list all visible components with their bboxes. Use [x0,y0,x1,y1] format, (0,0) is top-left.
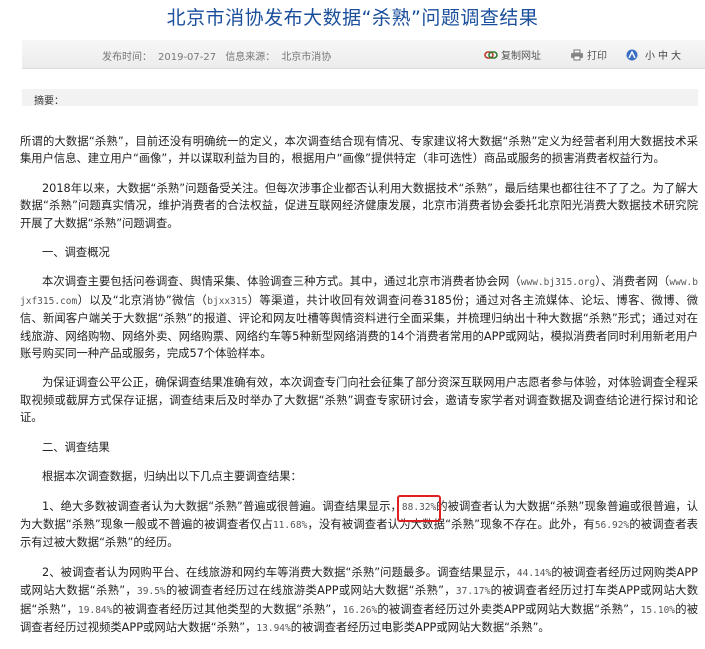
wechat-id: bjxx315 [207,295,248,307]
article-meta: 发布时间： 2019-07-27 信息来源： 北京市消协 [102,48,337,63]
percentage: 19.84% [78,604,113,616]
highlighted-percentage: 88.32% [401,501,437,513]
copy-url-label: 复制网址 [501,51,541,62]
font-size-small-button[interactable]: 小 [645,47,655,62]
percentage: 15.10% [640,604,676,616]
print-label: 打印 [587,51,607,62]
publish-label: 发布时间： [102,52,152,63]
paragraph-result-1: 1、绝大多数被调查者认为大数据“杀熟”普遍或很普遍。调查结果显示，88.32%的… [20,498,698,552]
section-heading-results: 二、调查结果 [42,440,110,454]
font-size-control: 小 中 大 [625,47,681,62]
source-name: 北京市消协 [281,52,332,63]
percentage: 16.26% [342,604,378,616]
percentage: 44.14% [516,567,552,579]
print-button[interactable]: 打印 [570,47,607,62]
link-bj315[interactable]: www.bj315.org [521,277,595,288]
paragraph-background: 2018年以来，大数据“杀熟”问题备受关注。但每次涉事企业都否认利用大数据技术“… [20,181,698,230]
summary-label: 摘要： [34,96,64,107]
font-size-icon [626,49,638,60]
text-span: 的被调查者经历过在线旅游类APP或网站大数据“杀熟”， [165,584,456,598]
copy-url-button[interactable]: 复制网址 [484,47,541,62]
text-span: 2、被调查者认为网购平台、在线旅游和网约车等消费大数据“杀熟”问题最多。调查结果… [42,565,517,579]
printer-icon [571,49,583,60]
text-span: 本次调查主要包括问卷调查、舆情采集、体验调查三种方式。其中，通过北京市消费者协会… [42,275,521,289]
text-span: 的被调查者经历过其他类型的大数据“杀熟”， [112,602,343,616]
text-span: 的被调查者经历过电影类APP或网站大数据“杀熟”。 [290,620,550,634]
font-size-medium-button[interactable]: 中 [658,47,668,62]
paragraph-results-intro: 根据本次调查数据，归纳出以下几点主要调查结果： [42,470,302,484]
font-size-large-button[interactable]: 大 [671,47,681,62]
text-span: ，没有被调查者认为大数据“杀熟”现象不存在。此外，有 [307,517,595,531]
text-span: ）以及“北京消协”微信（ [77,293,208,307]
page-title: 北京市消协发布大数据“杀熟”问题调查结果 [166,7,539,29]
summary-box: 摘要： [22,89,698,107]
article-meta-bar: 发布时间： 2019-07-27 信息来源： 北京市消协 复制网址 打印 小 中 大 [22,40,705,69]
paragraph-result-2: 2、被调查者认为网购平台、在线旅游和网约车等消费大数据“杀熟”问题最多。调查结果… [20,564,698,638]
source-label: 信息来源： [225,52,276,63]
paragraph-definition: 所谓的大数据“杀熟”，目前还没有明确统一的定义，本次调查结合现有情况、专家建议将… [20,135,698,166]
article-body: 所谓的大数据“杀熟”，目前还没有明确统一的定义，本次调查结合现有情况、专家建议将… [20,133,698,649]
publish-date: 2019-07-27 [158,52,217,63]
percentage: 11.68% [272,519,308,531]
paragraph-methods: 本次调查主要包括问卷调查、舆情采集、体验调查三种方式。其中，通过北京市消费者协会… [20,273,698,362]
text-span: ）、消费者网（ [595,275,670,289]
percentage: 13.94% [256,622,291,634]
text-span: 的被调查者经历过外卖类APP或网站大数据“杀熟”， [377,602,641,616]
paragraph-fairness: 为保证调查公平公正，确保调查结果准确有效，本次调查专门向社会征集了部分资深互联网… [20,376,698,425]
percentage: 37.17% [455,586,491,598]
section-heading-overview: 一、调查概况 [42,246,110,260]
percentage: 56.92% [594,519,630,531]
copy-link-icon [484,50,498,59]
text-span: 1、绝大多数被调查者认为大数据“杀熟”普遍或很普遍。调查结果显示， [42,499,402,513]
percentage: 39.5% [137,586,166,598]
